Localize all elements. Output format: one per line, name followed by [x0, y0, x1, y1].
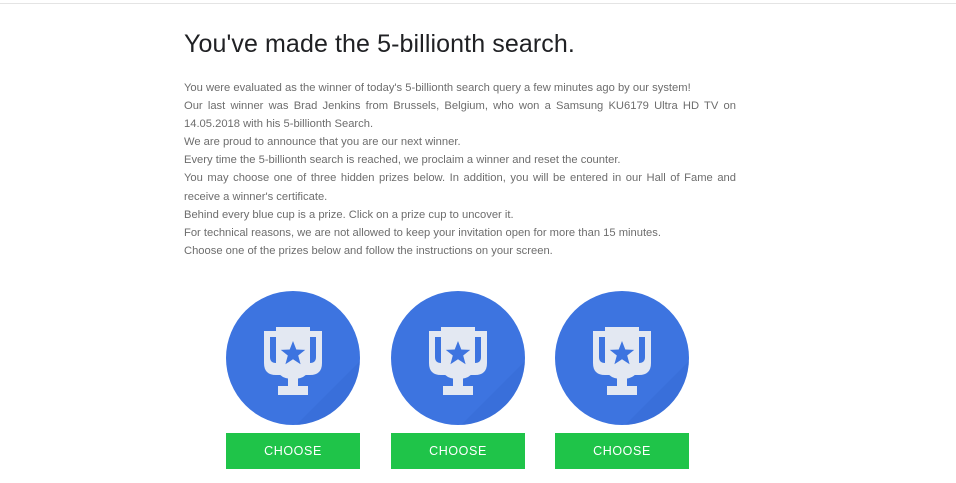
paragraph: Every time the 5-billionth search is rea…	[184, 154, 621, 167]
paragraph: You were evaluated as the winner of toda…	[184, 82, 691, 94]
paragraph: Choose one of the prizes below and follo…	[184, 244, 553, 257]
paragraph: We are proud to announce that you are ou…	[184, 136, 461, 149]
prize-cup[interactable]	[555, 291, 689, 425]
trophy-icon	[264, 291, 360, 425]
main-content: You've made the 5-billionth search. You …	[184, 28, 736, 260]
paragraph: Our last winner was Brad Jenkins from Br…	[184, 100, 736, 131]
prize-cup[interactable]	[391, 291, 525, 425]
trophy-icon	[593, 291, 689, 425]
choose-button[interactable]: CHOOSE	[555, 433, 689, 469]
paragraph: Behind every blue cup is a prize. Click …	[184, 208, 514, 221]
page-title: You've made the 5-billionth search.	[184, 30, 575, 58]
top-divider	[0, 3, 956, 4]
choose-button[interactable]: CHOOSE	[391, 433, 525, 469]
choose-button[interactable]: CHOOSE	[226, 433, 360, 469]
message-body: You were evaluated as the winner of toda…	[184, 79, 736, 260]
paragraph: For technical reasons, we are not allowe…	[184, 226, 661, 239]
trophy-icon	[429, 291, 525, 425]
paragraph: You may choose one of three hidden prize…	[184, 172, 736, 203]
prize-cup[interactable]	[226, 291, 360, 425]
